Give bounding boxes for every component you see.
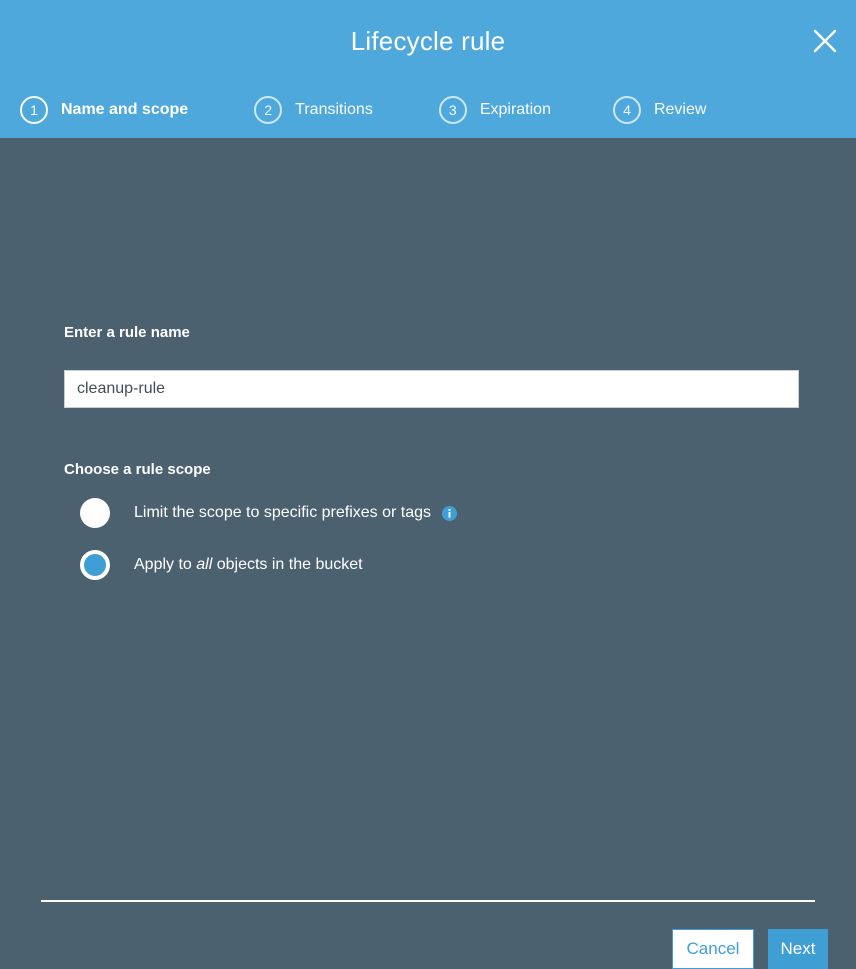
close-button[interactable]: [807, 23, 843, 59]
scope-option-apply-all[interactable]: Apply to all objects in the bucket: [80, 550, 363, 580]
next-button[interactable]: Next: [768, 929, 828, 969]
lifecycle-rule-dialog: Lifecycle rule 1 Name and scope 2 Transi…: [0, 0, 856, 969]
radio-limit-prefixes[interactable]: [80, 498, 110, 528]
step-label-2: Transitions: [295, 101, 373, 118]
step-indicator: 1 Name and scope 2 Transitions 3 Expirat…: [20, 90, 706, 130]
scope-option-limit-prefixes[interactable]: Limit the scope to specific prefixes or …: [80, 498, 458, 528]
scope-option-label-apply-all: Apply to all objects in the bucket: [134, 556, 363, 574]
cancel-button[interactable]: Cancel: [672, 929, 754, 969]
rule-name-input[interactable]: [64, 370, 799, 408]
step-label-1: Name and scope: [61, 101, 189, 118]
apply-all-prefix: Apply to: [134, 556, 197, 573]
step-review[interactable]: 4 Review: [612, 96, 707, 124]
step-label-3: Expiration: [479, 101, 551, 118]
step-number-2: 2: [254, 96, 283, 124]
step-number-3: 3: [438, 96, 467, 124]
step-number-4: 4: [612, 96, 641, 124]
info-icon[interactable]: [442, 505, 458, 521]
rule-scope-label: Choose a rule scope: [64, 461, 211, 478]
radio-apply-all[interactable]: [80, 550, 110, 580]
rule-name-label: Enter a rule name: [64, 324, 190, 341]
dialog-header: Lifecycle rule 1 Name and scope 2 Transi…: [0, 0, 856, 138]
step-expiration[interactable]: 3 Expiration: [438, 96, 551, 124]
dialog-footer: Cancel Next: [0, 929, 856, 969]
dialog-title: Lifecycle rule: [350, 26, 506, 56]
footer-divider: [41, 900, 815, 902]
step-transitions[interactable]: 2 Transitions: [254, 96, 373, 124]
dialog-body: Enter a rule name Choose a rule scope Li…: [0, 138, 856, 969]
scope-option-label-limit-prefixes: Limit the scope to specific prefixes or …: [134, 504, 432, 521]
step-name-and-scope[interactable]: 1 Name and scope: [20, 96, 188, 124]
apply-all-emphasis: all: [196, 556, 213, 573]
close-icon: [813, 29, 837, 53]
step-number-1: 1: [20, 96, 48, 124]
apply-all-suffix: objects in the bucket: [212, 556, 363, 573]
step-label-4: Review: [653, 101, 707, 118]
